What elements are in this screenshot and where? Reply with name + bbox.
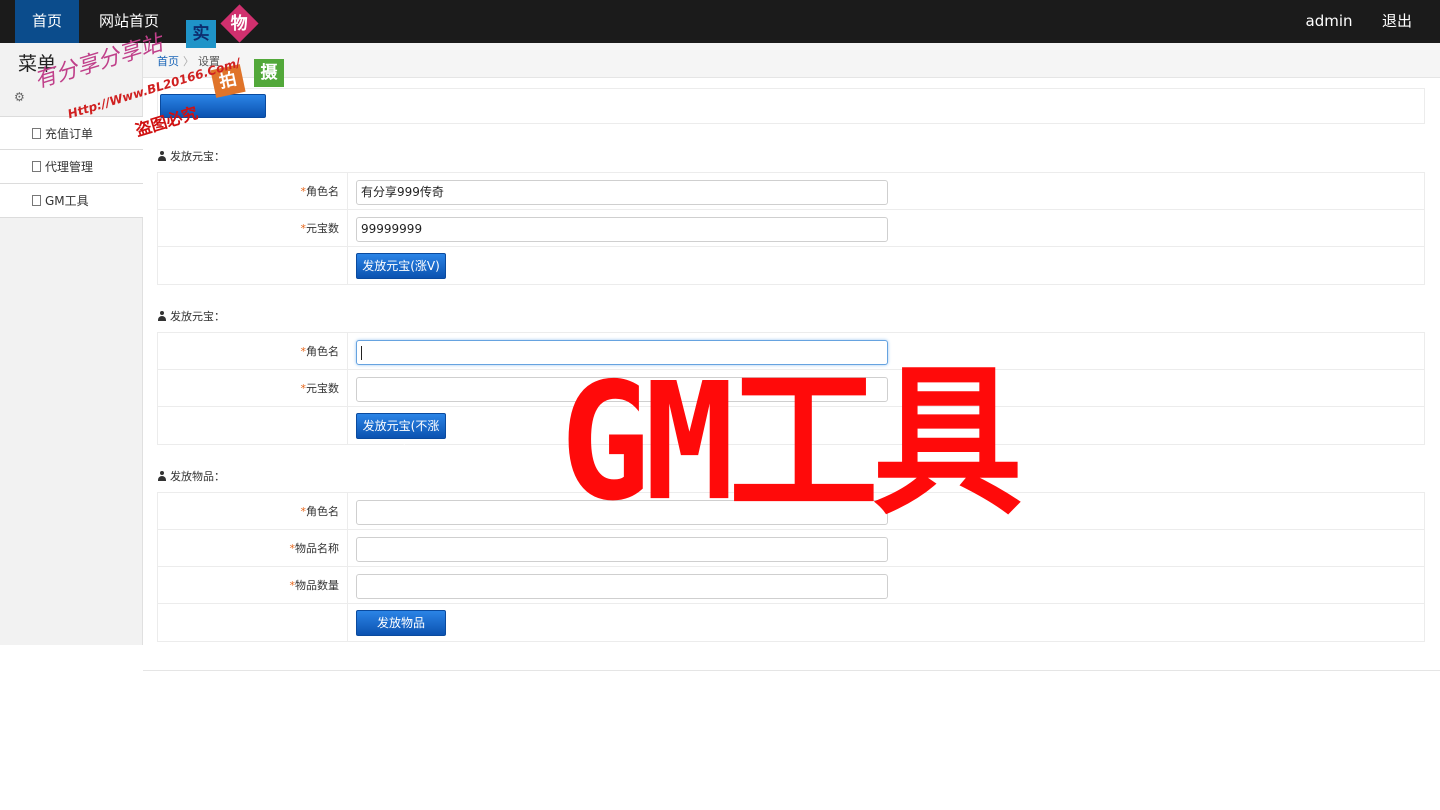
user-icon (157, 151, 167, 161)
breadcrumb-bar: 首页〉设置 (143, 43, 1440, 78)
field-label-empty (158, 604, 348, 641)
overlay-title: GM工具 (560, 349, 1023, 537)
section-title: 发放元宝： (157, 308, 225, 324)
field-label-text: 元宝数 (306, 382, 339, 395)
user-icon (157, 311, 167, 321)
sidebar-item-label: GM工具 (45, 194, 89, 208)
text-caret (361, 346, 362, 360)
top-navbar: 首页 网站首页 admin 退出 (0, 0, 1440, 43)
issue-ingot-novip-button[interactable]: 发放元宝(不涨V) (356, 413, 446, 457)
field-label-text: 角色名 (306, 185, 339, 198)
field-label-empty (158, 407, 348, 444)
section-title-text: 发放元宝： (170, 310, 225, 323)
sidebar-item-gm-tools[interactable]: GM工具 (0, 184, 143, 218)
breadcrumb-separator: 〉 (183, 55, 194, 68)
sidebar-item-label: 代理管理 (45, 160, 94, 174)
nav-home[interactable]: 首页 (15, 0, 79, 43)
issue-item-button[interactable]: 发放物品 (356, 610, 446, 636)
field-label: *物品名称 (158, 530, 348, 566)
sidebar: 菜单 ⚙ 充值订单 代理管理 GM工具 (0, 43, 143, 645)
sidebar-menu: 充值订单 代理管理 GM工具 (0, 116, 143, 218)
field-label-text: 角色名 (306, 345, 339, 358)
document-icon (32, 195, 41, 206)
watermark-square: 摄 (254, 59, 284, 87)
role-name-input[interactable]: 有分享999传奇 (356, 180, 888, 205)
field-label: *角色名 (158, 173, 348, 209)
section-title: 发放物品： (157, 468, 225, 484)
sidebar-item-agent-management[interactable]: 代理管理 (0, 150, 143, 184)
item-name-input[interactable] (356, 537, 888, 562)
form-table: *角色名 有分享999传奇 *元宝数 99999999 发放元宝(涨V) (157, 172, 1425, 285)
sidebar-item-recharge-orders[interactable]: 充值订单 (0, 116, 143, 150)
issue-ingot-vip-button[interactable]: 发放元宝(涨V) (356, 253, 446, 279)
field-label-text: 物品数量 (295, 579, 339, 592)
field-label-empty (158, 247, 348, 284)
form-row: 发放元宝(涨V) (158, 247, 1424, 284)
form-row: 发放物品 (158, 604, 1424, 641)
document-icon (32, 128, 41, 139)
section-title-text: 发放元宝： (170, 150, 225, 163)
field-label: *角色名 (158, 333, 348, 369)
nav-user[interactable]: admin (1296, 0, 1362, 43)
gear-icon[interactable]: ⚙ (14, 91, 26, 103)
watermark-square: 实 (186, 20, 216, 48)
item-quantity-input[interactable] (356, 574, 888, 599)
watermark-square-text: 物 (230, 13, 248, 34)
form-row: *物品数量 (158, 567, 1424, 604)
footer-divider (143, 670, 1440, 671)
field-label: *元宝数 (158, 210, 348, 246)
field-label-text: 元宝数 (306, 222, 339, 235)
field-label: *角色名 (158, 493, 348, 529)
form-row: *角色名 有分享999传奇 (158, 173, 1424, 210)
field-label-text: 物品名称 (295, 542, 339, 555)
user-icon (157, 471, 167, 481)
section-title-text: 发放物品： (170, 470, 225, 483)
field-label-text: 角色名 (306, 505, 339, 518)
ingot-amount-input[interactable]: 99999999 (356, 217, 888, 242)
toolbar-box (157, 88, 1425, 124)
field-label: *元宝数 (158, 370, 348, 406)
sidebar-item-label: 充值订单 (45, 127, 94, 141)
field-label: *物品数量 (158, 567, 348, 603)
section-title: 发放元宝： (157, 148, 225, 164)
logout-link[interactable]: 退出 (1370, 0, 1424, 43)
document-icon (32, 161, 41, 172)
form-row: *元宝数 99999999 (158, 210, 1424, 247)
